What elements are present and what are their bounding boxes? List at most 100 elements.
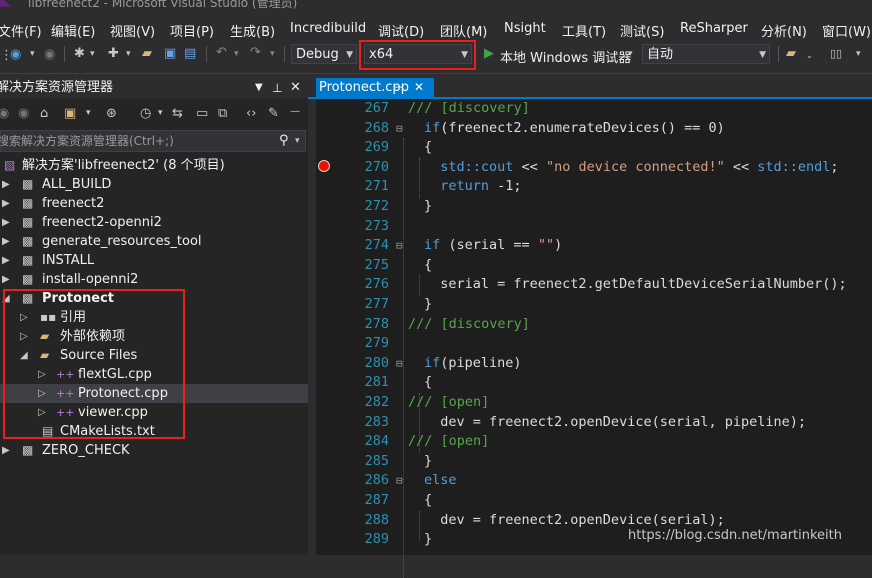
tree-item-install-openni2[interactable]: ▶ ▩ install-openni2 xyxy=(0,270,308,289)
code-line[interactable]: 281 { xyxy=(316,373,872,393)
panel-menu-icon[interactable]: ▼ xyxy=(255,78,263,98)
code-line[interactable]: 271 return -1; xyxy=(316,177,872,197)
switch-views-dropdown-icon[interactable]: ▾ xyxy=(86,108,91,118)
menu-view[interactable]: 视图(V) xyxy=(110,21,155,40)
menu-tools[interactable]: 工具(T) xyxy=(562,21,606,40)
new-project-dropdown-icon[interactable]: ▾ xyxy=(90,49,95,59)
back-icon[interactable]: ◉ xyxy=(0,106,9,121)
code-line[interactable]: 285} xyxy=(316,452,872,472)
code-line[interactable]: 286 ⊟ else xyxy=(316,471,872,491)
search-icon[interactable]: ⚲ xyxy=(279,131,289,151)
add-item-dropdown-icon[interactable]: ▾ xyxy=(126,49,131,59)
collapse-region-icon[interactable]: ⊟ xyxy=(396,236,403,256)
code-line[interactable]: 275 { xyxy=(316,256,872,276)
code-line[interactable]: 269 { xyxy=(316,138,872,158)
refresh-icon[interactable]: ▭ xyxy=(196,106,208,121)
expand-arrow-icon[interactable]: ▶ xyxy=(2,441,10,460)
start-debugging-icon[interactable]: ▶ xyxy=(484,46,494,61)
code-line[interactable]: 267 /// [discovery] xyxy=(316,99,872,119)
redo-dropdown-icon[interactable]: ▾ xyxy=(270,49,275,59)
close-icon[interactable]: ✕ xyxy=(414,78,424,97)
view-code-icon[interactable]: ‹› xyxy=(246,106,256,121)
tree-item-zero-check[interactable]: ▶ ▩ ZERO_CHECK xyxy=(0,441,308,460)
code-line[interactable]: 268 ⊟ if(freenect2.enumerateDevices() == 0… xyxy=(316,119,872,139)
menu-incredibuild[interactable]: Incredibuild xyxy=(290,21,366,36)
search-options-icon[interactable]: ▾ xyxy=(295,131,300,151)
expand-arrow-icon[interactable]: ▶ xyxy=(2,232,10,251)
menu-team[interactable]: 团队(M) xyxy=(440,21,487,40)
close-icon[interactable]: ✕ xyxy=(290,78,301,98)
menu-test[interactable]: 测试(S) xyxy=(620,21,664,40)
tree-item-all-build[interactable]: ▶ ▩ ALL_BUILD xyxy=(0,175,308,194)
expand-arrow-icon[interactable]: ▶ xyxy=(2,213,10,232)
expand-arrow-icon[interactable]: ▶ xyxy=(2,194,10,213)
layout-dropdown-icon[interactable]: ▾ xyxy=(856,49,861,59)
code-line[interactable]: 277} xyxy=(316,295,872,315)
code-line[interactable]: 270 std::cout << "no device connected!" … xyxy=(316,158,872,178)
toolbar-overflow-icon[interactable]: ⌄ xyxy=(806,51,813,60)
menu-window[interactable]: 窗口(W) xyxy=(822,21,871,40)
code-line[interactable]: 278 /// [discovery] xyxy=(316,315,872,335)
collapse-region-icon[interactable]: ⊟ xyxy=(396,354,403,374)
run-target-dropdown-icon[interactable]: ▾ xyxy=(628,49,633,59)
run-target-label[interactable]: 本地 Windows 调试器 xyxy=(500,47,631,66)
code-line[interactable]: 283 dev = freenect2.openDevice(serial, p… xyxy=(316,413,872,433)
code-line[interactable]: 272} xyxy=(316,197,872,217)
menu-analyze[interactable]: 分析(N) xyxy=(761,21,807,40)
menu-nsight[interactable]: Nsight xyxy=(504,21,546,36)
code-editor[interactable]: 267 /// [discovery] 268 ⊟ if(freenect2.enume… xyxy=(316,99,872,578)
pin-icon[interactable]: ⊣ xyxy=(394,78,404,97)
pending-changes-dropdown-icon[interactable]: ▾ xyxy=(158,108,163,118)
expand-arrow-icon[interactable]: ▶ xyxy=(2,251,10,270)
properties-icon[interactable]: ✎ xyxy=(268,106,279,121)
expand-arrow-icon[interactable]: ▶ xyxy=(2,175,10,194)
tree-item-generate-resources-tool[interactable]: ▶ ▩ generate_resources_tool xyxy=(0,232,308,251)
tree-item-install[interactable]: ▶ ▩ INSTALL xyxy=(0,251,308,270)
code-line[interactable]: 279 xyxy=(316,334,872,354)
collapse-all-icon[interactable]: ⧉ xyxy=(218,106,227,121)
layout-icon[interactable]: ▯▯ xyxy=(830,47,842,60)
redo-icon[interactable]: ↷ xyxy=(250,45,261,60)
tab-protonect-cpp[interactable]: Protonect.cpp ⊣ ✕ xyxy=(316,78,434,97)
sync-icon[interactable]: ⇆ xyxy=(172,106,183,121)
find-in-files-icon[interactable]: ▰ xyxy=(786,46,796,61)
collapse-region-icon[interactable]: ⊟ xyxy=(396,471,403,491)
code-line[interactable]: 287 { xyxy=(316,491,872,511)
tree-item-solution[interactable]: ▧ 解决方案'libfreenect2' (8 个项目) xyxy=(0,156,308,175)
code-line[interactable]: 276 serial = freenect2.getDefaultDeviceS… xyxy=(316,275,872,295)
debug-mode-dropdown[interactable]: 自动 ▼ xyxy=(642,44,770,64)
forward-icon[interactable]: ◉ xyxy=(44,47,55,62)
code-line[interactable]: 273 xyxy=(316,217,872,237)
code-line[interactable]: 284 /// [open] xyxy=(316,432,872,452)
code-line[interactable]: 274 ⊟ if (serial == "") xyxy=(316,236,872,256)
forward-icon[interactable]: ◉ xyxy=(18,106,29,121)
menu-project[interactable]: 项目(P) xyxy=(170,21,214,40)
code-line[interactable]: 282 /// [open] xyxy=(316,393,872,413)
switch-views-icon[interactable]: ▣ xyxy=(64,106,76,121)
solution-explorer-search[interactable]: 搜索解决方案资源管理器(Ctrl+;) ⚲ ▾ xyxy=(0,130,306,152)
save-icon[interactable]: ▣ xyxy=(164,46,176,61)
tree-item-freenect2-openni2[interactable]: ▶ ▩ freenect2-openni2 xyxy=(0,213,308,232)
show-all-files-icon[interactable]: ⊛ xyxy=(106,106,117,121)
tree-item-freenect2[interactable]: ▶ ▩ freenect2 xyxy=(0,194,308,213)
pin-icon[interactable]: ⊥ xyxy=(272,78,282,98)
back-icon[interactable]: ◉ xyxy=(10,47,21,62)
home-icon[interactable]: ⌂ xyxy=(40,106,48,121)
undo-dropdown-icon[interactable]: ▾ xyxy=(234,49,239,59)
menu-file[interactable]: 文件(F) xyxy=(0,21,42,40)
expand-arrow-icon[interactable]: ▶ xyxy=(2,270,10,289)
save-all-icon[interactable]: ▤ xyxy=(184,46,196,61)
configuration-dropdown[interactable]: Debug ▼ xyxy=(291,44,357,64)
add-item-icon[interactable]: ✚ xyxy=(108,46,119,61)
collapse-region-icon[interactable]: ⊟ xyxy=(396,119,403,139)
code-line[interactable]: 280 ⊟ if(pipeline) xyxy=(316,354,872,374)
menu-build[interactable]: 生成(B) xyxy=(230,21,275,40)
menu-resharper[interactable]: ReSharper xyxy=(680,21,748,36)
back-dropdown-icon[interactable]: ▾ xyxy=(30,49,35,59)
more-tools-icon[interactable]: — xyxy=(290,106,300,117)
new-project-icon[interactable]: ✱ xyxy=(74,46,85,61)
undo-icon[interactable]: ↶ xyxy=(216,45,227,60)
menu-debug[interactable]: 调试(D) xyxy=(378,21,424,40)
menu-edit[interactable]: 编辑(E) xyxy=(51,21,95,40)
pending-changes-icon[interactable]: ◷ xyxy=(140,106,151,121)
